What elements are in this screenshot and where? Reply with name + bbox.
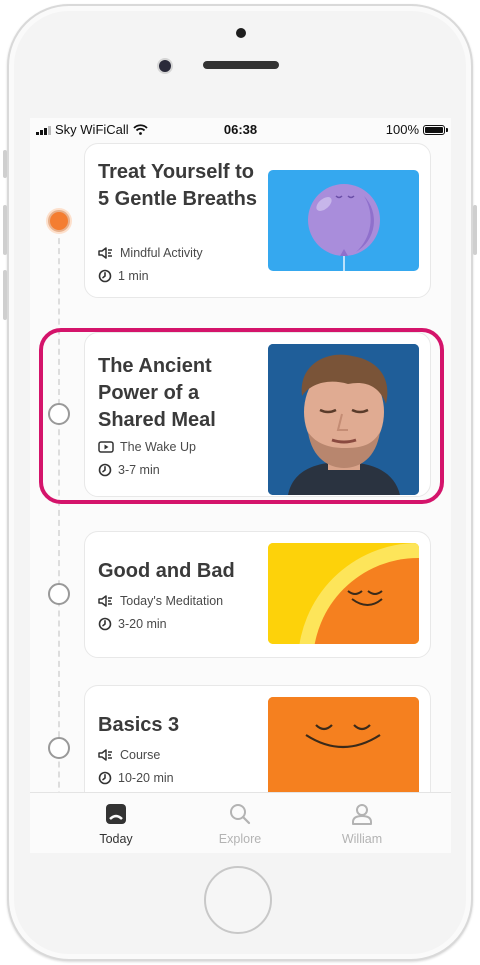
card-title: Good and Bad (98, 560, 235, 582)
timeline-dot (48, 737, 70, 759)
highlight-outline (39, 328, 444, 504)
volume-down-button (3, 270, 7, 320)
tab-today[interactable]: Today (66, 801, 166, 846)
today-icon (106, 804, 126, 824)
card-duration-label: 1 min (118, 269, 149, 283)
clock-icon (98, 771, 112, 785)
earpiece-speaker (203, 61, 279, 69)
card-title: Treat Yourself to 5 Gentle Breaths (98, 161, 257, 210)
content-card[interactable]: Good and Bad Today's Meditation 3-20 min (84, 531, 431, 658)
card-type: Mindful Activity (98, 246, 203, 260)
card-title: Basics 3 (98, 714, 180, 736)
card-type-label: Mindful Activity (120, 246, 203, 260)
audio-icon (98, 595, 112, 607)
tab-label: William (341, 832, 383, 846)
card-duration: 10-20 min (98, 771, 174, 785)
power-button (473, 205, 477, 255)
tab-label: Today (99, 832, 133, 846)
smiling-face-icon (268, 697, 419, 798)
card-duration-label: 3-20 min (118, 617, 167, 631)
timeline-dot (48, 583, 70, 605)
card-type-label: Course (120, 748, 161, 762)
tab-profile[interactable]: William (312, 801, 412, 846)
card-duration-label: 10-20 min (118, 771, 174, 785)
mute-switch (3, 150, 7, 178)
tab-explore[interactable]: Explore (190, 801, 290, 846)
card-duration: 1 min (98, 269, 149, 283)
clock-icon (98, 617, 112, 631)
card-thumbnail (268, 170, 419, 271)
tab-bar: Today Explore William (30, 792, 451, 853)
home-button[interactable] (204, 866, 272, 934)
front-camera (159, 60, 171, 72)
card-type-label: Today's Meditation (120, 594, 224, 608)
balloon-icon (308, 184, 380, 271)
status-bar: Sky WiFiCall 06:38 100% (30, 118, 451, 140)
volume-up-button (3, 205, 7, 255)
tab-label: Explore (218, 832, 262, 846)
card-thumbnail (268, 543, 419, 644)
smiling-sun-icon (268, 543, 419, 644)
timeline-dot-active (48, 210, 70, 232)
audio-icon (98, 247, 112, 259)
content-card[interactable]: Treat Yourself to 5 Gentle Breaths Mindf… (84, 143, 431, 298)
battery-percent: 100% (385, 122, 419, 137)
proximity-sensor (236, 28, 246, 38)
battery-icon (423, 124, 448, 135)
card-thumbnail (268, 697, 419, 798)
screen: Sky WiFiCall 06:38 100% Treat Yourself t… (30, 118, 451, 853)
profile-icon (352, 804, 372, 825)
card-type: Today's Meditation (98, 594, 223, 608)
card-duration: 3-20 min (98, 617, 167, 631)
clock-icon (98, 269, 112, 283)
audio-icon (98, 749, 112, 761)
card-type: Course (98, 748, 160, 762)
search-icon (230, 804, 251, 825)
